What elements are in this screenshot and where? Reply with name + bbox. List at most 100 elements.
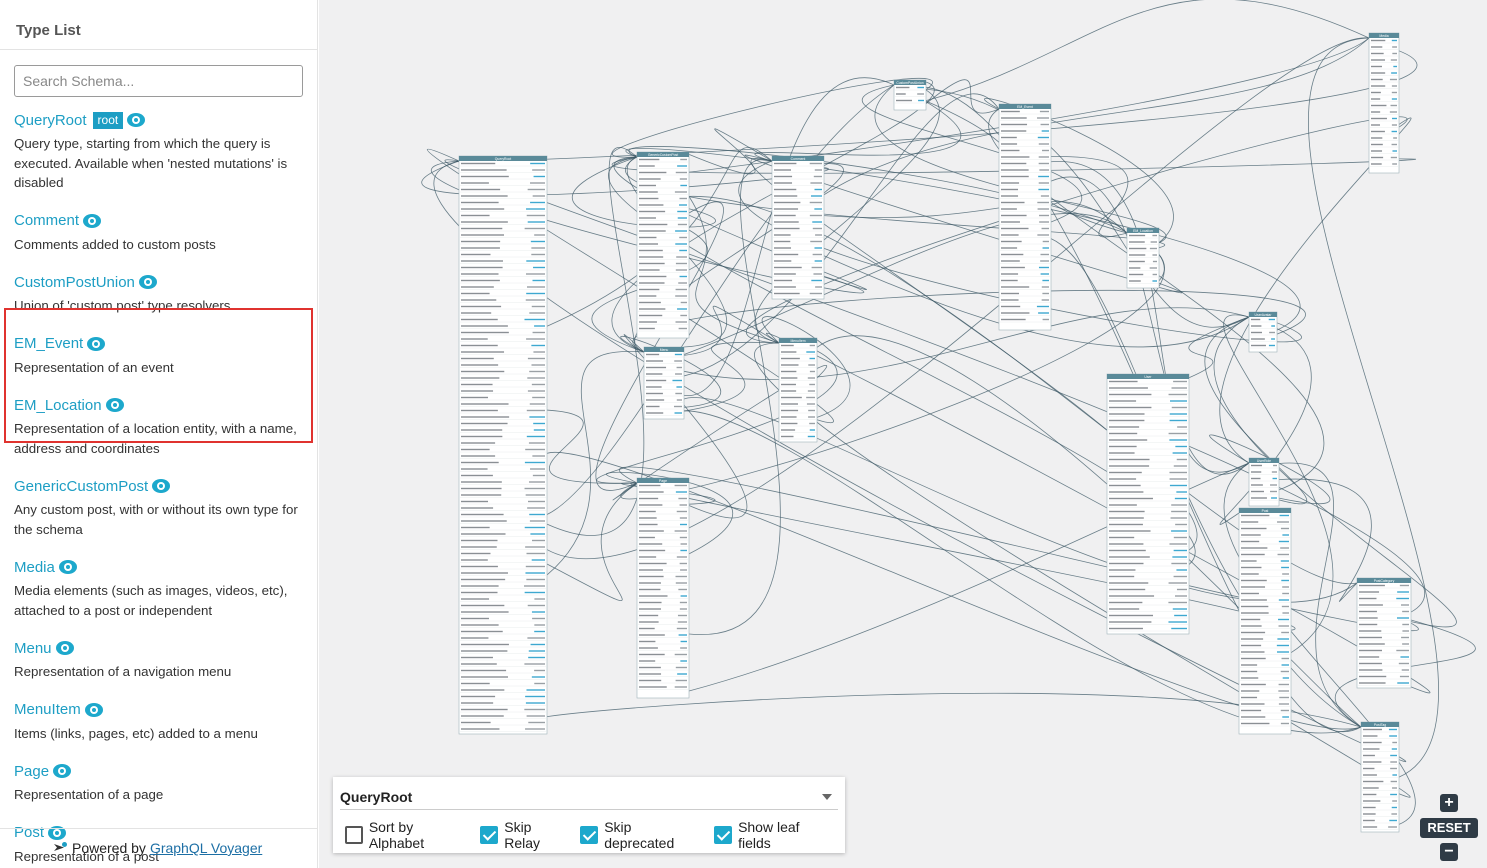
type-item-header: Media xyxy=(14,556,304,578)
type-name-link[interactable]: Page xyxy=(14,763,49,780)
graph-node-genericcustompost[interactable]: GenericCustomPost xyxy=(636,151,690,339)
graph-edge xyxy=(745,116,1408,344)
type-description: Representation of a navigation menu xyxy=(14,664,232,679)
graph-node-userrole[interactable]: UserRole xyxy=(1248,457,1280,507)
graph-node-title: EM_Location xyxy=(1133,229,1153,233)
zoom-out-button[interactable]: − xyxy=(1440,843,1458,861)
graph-edge xyxy=(628,146,1165,282)
search-schema-input[interactable] xyxy=(14,65,303,97)
graph-node-custompostunion[interactable]: CustomPostUnion xyxy=(893,79,927,111)
type-name-link[interactable]: Post xyxy=(14,824,44,841)
highlight-box xyxy=(4,308,313,443)
graph-node-page[interactable]: Page xyxy=(636,477,690,699)
graph-node-title: Media xyxy=(1379,34,1388,38)
powered-by: Powered by GraphQL Voyager xyxy=(54,840,262,856)
root-type-select[interactable]: QueryRoot xyxy=(340,784,838,810)
type-item-page[interactable]: Page Representation of a page xyxy=(0,757,318,805)
graph-node-title: Menu xyxy=(660,348,669,352)
reset-button[interactable]: RESET xyxy=(1420,818,1478,838)
graph-node-em-event[interactable]: EM_Event xyxy=(998,103,1052,331)
type-item-genericcustompost[interactable]: GenericCustomPost Any custom post, with o… xyxy=(0,472,318,539)
graph-edge xyxy=(546,482,638,602)
option-skip-relay[interactable]: Skip Relay xyxy=(480,819,570,851)
eye-icon[interactable] xyxy=(58,560,77,574)
schema-graph[interactable]: QueryRoot GenericCustomPost Comment CustomP… xyxy=(319,0,1487,868)
eye-icon[interactable] xyxy=(83,213,102,228)
graph-node-title: Comment xyxy=(791,157,806,161)
checkbox[interactable] xyxy=(345,826,363,844)
graph-node-useravatar[interactable]: UserAvatar xyxy=(1248,311,1278,353)
type-list: QueryRoot root Query type, starting from w… xyxy=(0,106,318,868)
graph-node-title: PostTag xyxy=(1374,723,1386,727)
option-show-leaf-fields[interactable]: Show leaf fields xyxy=(714,819,835,851)
schema-graph-canvas[interactable]: QueryRoot GenericCustomPost Comment CustomP… xyxy=(319,0,1487,868)
graph-node-title: MenuItem xyxy=(790,339,805,343)
sidebar-title: Type List xyxy=(16,22,81,39)
type-item-media[interactable]: Media Media elements (such as images, vid… xyxy=(0,553,318,620)
graph-node-title: Page xyxy=(659,479,667,483)
graph-edge xyxy=(625,148,1301,331)
option-sort-by-alphabet[interactable]: Sort by Alphabet xyxy=(345,819,470,851)
option-label: Show leaf fields xyxy=(738,819,800,851)
graph-node-user[interactable]: User xyxy=(1106,373,1190,635)
type-name-link[interactable]: Comment xyxy=(14,212,79,229)
type-description: Representation of a page xyxy=(14,787,164,802)
graph-node-em-location[interactable]: EM_Location xyxy=(1126,227,1160,289)
graphql-voyager-link[interactable]: GraphQL Voyager xyxy=(150,840,262,856)
graph-node-posttag[interactable]: PostTag xyxy=(1360,721,1400,833)
type-name-link[interactable]: Media xyxy=(14,559,55,576)
type-item-comment[interactable]: Comment Comments added to custom posts xyxy=(0,207,318,255)
type-name-link[interactable]: MenuItem xyxy=(14,701,81,718)
graph-node-media[interactable]: Media xyxy=(1368,32,1400,174)
option-label: Skip deprecated xyxy=(604,819,675,851)
type-item-header: GenericCustomPost xyxy=(14,475,304,497)
type-description: Any custom post, with or without its own… xyxy=(14,502,298,537)
graph-node-post[interactable]: Post xyxy=(1238,507,1292,735)
settings-panel: QueryRoot Sort by Alphabet Skip Relay Skip… xyxy=(333,777,845,853)
option-label: Sort by Alphabet xyxy=(368,819,425,851)
graph-edge xyxy=(546,350,645,576)
eye-icon[interactable] xyxy=(84,702,103,717)
type-item-header: Menu xyxy=(14,637,304,659)
eye-icon[interactable] xyxy=(152,479,171,493)
graph-node-title: EM_Event xyxy=(1017,105,1033,109)
checkbox[interactable] xyxy=(714,826,733,844)
type-name-link[interactable]: GenericCustomPost xyxy=(14,478,148,495)
type-list-sidebar: Type List QueryRoot root Query type, start… xyxy=(0,0,318,868)
graph-edge xyxy=(620,254,1165,500)
checkbox[interactable] xyxy=(580,826,599,844)
graph-edge xyxy=(625,156,1165,249)
graph-node-title: GenericCustomPost xyxy=(648,153,678,157)
eye-icon[interactable] xyxy=(53,764,72,778)
graph-node-comment[interactable]: Comment xyxy=(771,155,825,300)
checkbox[interactable] xyxy=(480,826,499,844)
eye-icon[interactable] xyxy=(55,641,74,655)
type-item-menu[interactable]: Menu Representation of a navigation menu xyxy=(0,634,318,682)
type-item-header: MenuItem xyxy=(14,699,304,721)
graph-edge xyxy=(925,0,1370,101)
eye-icon[interactable] xyxy=(138,275,157,289)
graph-node-queryroot[interactable]: QueryRoot xyxy=(458,155,548,735)
sidebar-divider xyxy=(0,49,318,50)
graph-edges xyxy=(421,0,1476,825)
type-item-queryroot[interactable]: QueryRoot root Query type, starting from w… xyxy=(0,106,318,193)
option-skip-deprecated[interactable]: Skip deprecated xyxy=(580,819,704,851)
type-name-link[interactable]: Menu xyxy=(14,640,52,657)
type-item-header: Comment xyxy=(14,210,304,232)
graph-node-menuitem[interactable]: MenuItem xyxy=(778,337,818,443)
powered-by-text: Powered by xyxy=(72,840,146,856)
type-item-menuitem[interactable]: MenuItem Items (links, pages, etc) added … xyxy=(0,696,318,744)
graph-node-title: PostCategory xyxy=(1374,579,1395,583)
type-description: Comments added to custom posts xyxy=(14,236,216,252)
graph-node-menu[interactable]: Menu xyxy=(643,346,685,420)
type-name-link[interactable]: QueryRoot xyxy=(14,112,87,129)
type-name-link[interactable]: CustomPostUnion xyxy=(14,274,135,291)
zoom-in-button[interactable]: + xyxy=(1440,794,1458,812)
eye-icon[interactable] xyxy=(127,113,146,127)
graph-node-title: CustomPostUnion xyxy=(896,81,923,85)
root-type-value: QueryRoot xyxy=(340,788,413,805)
graph-node-postcategory[interactable]: PostCategory xyxy=(1356,577,1412,689)
graph-edge xyxy=(766,332,1431,694)
root-badge: root xyxy=(92,111,124,129)
graph-node-title: User xyxy=(1144,375,1152,379)
